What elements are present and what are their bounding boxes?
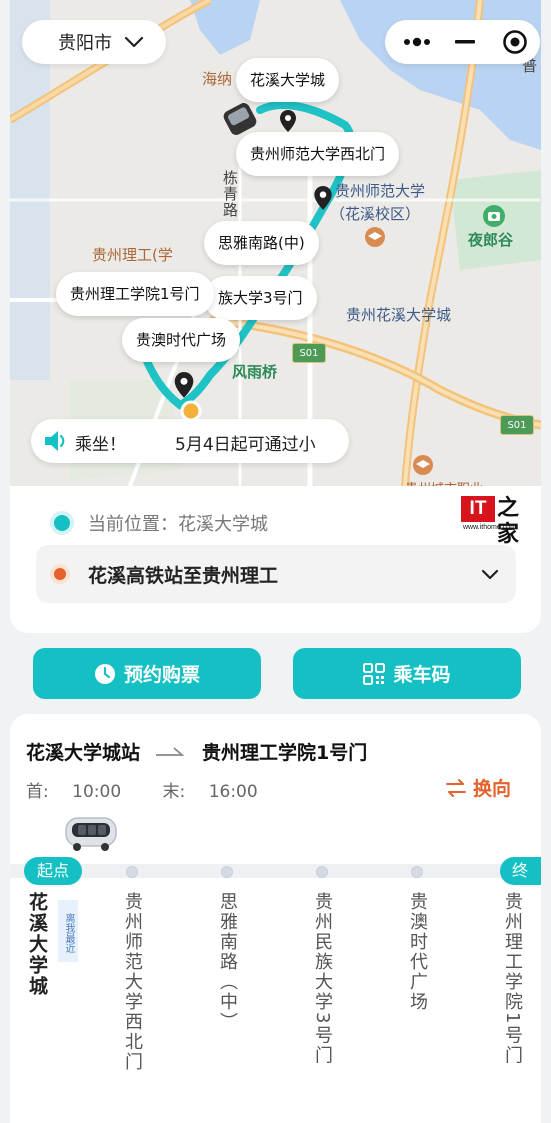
ride-code-label: 乘车码 — [393, 664, 451, 686]
route-dot-icon — [54, 568, 66, 580]
scenic-icon — [483, 205, 505, 227]
swap-icon — [445, 778, 466, 797]
stop-dot — [411, 866, 423, 878]
route-header: 花溪大学城站 贵州理工学院1号门 — [26, 738, 367, 765]
stop-pin-icon — [174, 372, 194, 398]
stop-name[interactable]: 贵州理工学院1号门 — [501, 892, 523, 1065]
stop-name[interactable]: 贵州师范大学西北门 — [121, 892, 143, 1072]
current-position-label: 当前位置： — [88, 514, 178, 535]
current-position-value: 花溪大学城 — [178, 514, 268, 535]
more-dots-icon — [404, 37, 430, 47]
switch-direction-label: 换向 — [472, 778, 511, 800]
map-stop-bubble[interactable]: 花溪大学城 — [236, 58, 340, 102]
route-track — [10, 864, 541, 878]
route-name: 花溪高铁站至贵州理工 — [88, 564, 279, 587]
speaker-icon — [45, 431, 65, 451]
close-target-icon — [503, 30, 527, 54]
nearest-badge: 离我最近 — [58, 900, 78, 962]
stop-pin-icon — [314, 186, 332, 210]
school-icon — [413, 455, 433, 475]
more-button[interactable] — [395, 20, 439, 64]
map-label: 贵州城市职业 — [405, 478, 483, 486]
road-shield: S01 — [500, 415, 534, 435]
stop-dot — [126, 866, 138, 878]
chevron-down-icon — [481, 569, 499, 580]
map-view[interactable]: 海纳 栋青路 贵州师范大学 （花溪校区） 夜郎谷 贵州理工(学 贵州花溪大学城 … — [10, 0, 541, 486]
map-label: 贵州花溪大学城 — [346, 306, 452, 324]
map-label: 海纳 — [202, 70, 233, 88]
first-time: 10:00 — [72, 782, 122, 802]
first-time-label: 首: — [26, 782, 49, 802]
map-stop-bubble[interactable]: 贵州师范大学西北门 — [236, 132, 400, 176]
autonomous-bus-icon — [65, 817, 117, 851]
school-icon — [365, 227, 385, 247]
stop-dot — [221, 866, 233, 878]
from-station: 花溪大学城站 — [26, 742, 141, 764]
route-selector[interactable]: 花溪高铁站至贵州理工 — [36, 545, 516, 603]
map-stop-bubble[interactable]: 贵澳时代广场 — [122, 318, 241, 362]
current-position: 当前位置： 花溪大学城 — [54, 510, 268, 536]
switch-direction-button[interactable]: 换向 — [445, 774, 511, 801]
minimize-button[interactable] — [447, 20, 483, 64]
book-ticket-button[interactable]: 预约购票 — [33, 648, 261, 699]
location-card: 当前位置： 花溪大学城 IT 之家 www.ithome.com 花溪高铁站至贵… — [10, 486, 541, 633]
arrow-right-icon — [156, 746, 185, 756]
stop-name[interactable]: 贵澳时代广场 — [406, 892, 428, 1012]
to-station: 贵州理工学院1号门 — [202, 742, 368, 764]
map-label: 贵州理工(学 — [92, 246, 173, 264]
minimize-icon — [455, 40, 475, 44]
map-label: 夜郎谷 — [468, 231, 514, 249]
route-card: 花溪大学城站 贵州理工学院1号门 首: 10:00 末: 16:00 换向 起点… — [10, 714, 541, 1123]
stop-dot — [316, 866, 328, 878]
ride-code-button[interactable]: 乘车码 — [293, 648, 521, 699]
announcement-message: 5月4日起可通过小 — [175, 435, 316, 455]
clock-icon — [94, 663, 115, 684]
last-time-label: 末: — [162, 782, 186, 802]
map-stop-bubble[interactable]: 族大学3号门 — [204, 276, 317, 320]
stop-pin-icon — [280, 110, 296, 132]
service-times: 首: 10:00 末: 16:00 — [26, 777, 294, 802]
road-shield: S01 — [292, 343, 326, 363]
map-stop-bubble[interactable]: 贵州理工学院1号门 — [56, 272, 214, 316]
last-time: 16:00 — [208, 782, 258, 802]
ithome-watermark: IT 之家 www.ithome.com — [461, 496, 520, 547]
close-button[interactable] — [493, 20, 537, 64]
current-dot-icon — [54, 515, 70, 531]
map-label: （花溪校区） — [330, 205, 421, 223]
map-label: 风雨桥 — [232, 363, 278, 381]
map-label: 贵州师范大学 — [335, 182, 426, 200]
qr-code-icon — [363, 662, 386, 685]
map-label: 栋青路 — [221, 170, 239, 218]
city-selector[interactable]: 贵阳市 — [22, 20, 166, 64]
end-tag: 终 — [500, 857, 541, 885]
stop-name[interactable]: 花溪大学城 — [26, 892, 48, 997]
announcement-label: 乘坐！ — [75, 435, 126, 455]
miniprogram-capsule — [385, 20, 540, 64]
city-name: 贵阳市 — [58, 33, 112, 54]
map-stop-bubble[interactable]: 思雅南路(中) — [204, 221, 319, 265]
start-tag: 起点 — [24, 857, 82, 885]
stop-name[interactable]: 贵州民族大学3号门 — [311, 892, 333, 1065]
announcement-bar[interactable]: 乘坐！ 5月4日起可通过小 — [31, 419, 349, 463]
book-ticket-label: 预约购票 — [123, 664, 200, 686]
chevron-down-icon — [124, 36, 144, 48]
stop-name[interactable]: 思雅南路（中） — [216, 892, 238, 1032]
